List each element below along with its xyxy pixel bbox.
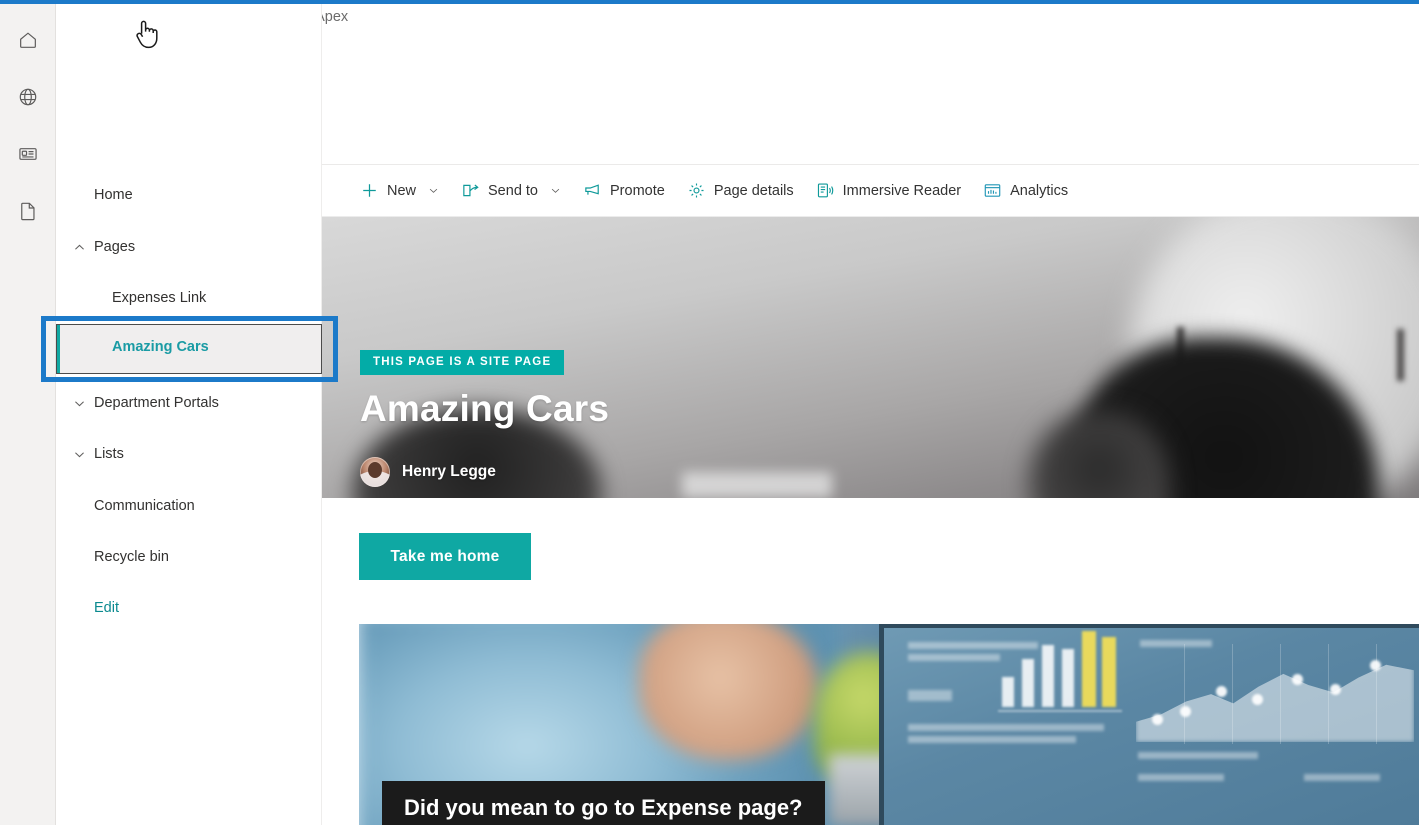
analytics-button[interactable]: Analytics [975, 171, 1076, 211]
plus-icon [360, 181, 379, 200]
take-me-home-button[interactable]: Take me home [359, 533, 531, 580]
author-byline: Henry Legge [360, 457, 496, 487]
new-button[interactable]: New [352, 171, 447, 211]
send-to-button[interactable]: Send to [453, 171, 569, 211]
chevron-down-icon[interactable] [64, 434, 94, 474]
send-to-button-label: Send to [488, 182, 539, 199]
rail-item-news[interactable] [0, 132, 56, 176]
chevron-down-icon[interactable] [64, 383, 94, 423]
immersive-reader-icon [816, 181, 835, 200]
sidebar-item-expenses-link[interactable]: Expenses Link [56, 278, 322, 318]
rail-item-home[interactable] [0, 18, 56, 62]
sidebar-item-label: Department Portals [94, 395, 219, 411]
sharepoint-page: Sales Marketing ProjectApex Home [0, 0, 1419, 825]
promote-button-label: Promote [610, 182, 665, 199]
status-badge: THIS PAGE IS A SITE PAGE [360, 350, 565, 375]
news-card-icon [17, 143, 39, 165]
page-details-button-label: Page details [713, 182, 794, 199]
sidebar-item-lists[interactable]: Lists [56, 434, 322, 474]
sidebar-item-amazing-cars[interactable]: Amazing Cars [56, 324, 322, 374]
sidebar-item-home[interactable]: Home [56, 175, 322, 215]
app-rail [0, 4, 56, 825]
avatar [360, 457, 390, 487]
sidebar-item-label: Lists [94, 446, 124, 462]
sidebar-item-label: Recycle bin [94, 549, 169, 565]
sidebar-item-label: Amazing Cars [112, 339, 209, 355]
sidebar-item-label: Home [94, 187, 133, 203]
analytics-button-label: Analytics [1010, 182, 1069, 199]
rail-item-my-sites[interactable] [0, 75, 56, 119]
sidebar-item-department-portals[interactable]: Department Portals [56, 383, 322, 423]
chevron-up-icon[interactable] [64, 227, 94, 267]
hand-cursor-icon [133, 18, 159, 55]
page-content: New Send to Promote Page details Immersi… [322, 165, 1419, 825]
hero-background-shape [1397, 329, 1404, 381]
immersive-reader-button[interactable]: Immersive Reader [808, 171, 969, 211]
promo-background-shape [639, 624, 819, 760]
immersive-reader-button-label: Immersive Reader [842, 182, 962, 199]
sidebar-item-pages[interactable]: Pages [56, 227, 322, 267]
author-name: Henry Legge [402, 463, 496, 480]
sidebar-item-label: Communication [94, 498, 195, 514]
home-icon [17, 29, 39, 51]
sidebar-item-edit[interactable]: Edit [56, 588, 322, 628]
promote-button[interactable]: Promote [575, 171, 673, 211]
left-navigation: Home Pages Expenses Link Department Port… [56, 4, 322, 825]
sidebar-item-communication[interactable]: Communication [56, 486, 322, 526]
gear-icon [687, 181, 706, 200]
promo-headline: Did you mean to go to Expense page? [382, 781, 825, 825]
hero-background-shape [682, 472, 832, 498]
new-button-label: New [387, 182, 417, 199]
page-title: Amazing Cars [360, 388, 610, 429]
analytics-icon [983, 181, 1002, 200]
rail-item-files[interactable] [0, 189, 56, 233]
page-details-button[interactable]: Page details [679, 171, 802, 211]
chevron-down-icon[interactable] [550, 185, 561, 196]
megaphone-icon [583, 181, 602, 200]
sidebar-item-label: Edit [94, 600, 119, 616]
globe-icon [17, 86, 39, 108]
sidebar-item-label: Expenses Link [112, 290, 207, 306]
document-icon [17, 200, 39, 222]
command-bar: New Send to Promote Page details Immersi… [322, 165, 1419, 217]
sidebar-item-recycle-bin[interactable]: Recycle bin [56, 537, 322, 577]
page-hero-banner: THIS PAGE IS A SITE PAGE Amazing Cars He… [322, 217, 1419, 498]
chevron-down-icon[interactable] [428, 185, 439, 196]
sidebar-item-label: Pages [94, 239, 136, 255]
send-to-icon [461, 181, 480, 200]
selection-accent-bar [57, 325, 60, 373]
promo-dashboard-screen [879, 624, 1419, 825]
